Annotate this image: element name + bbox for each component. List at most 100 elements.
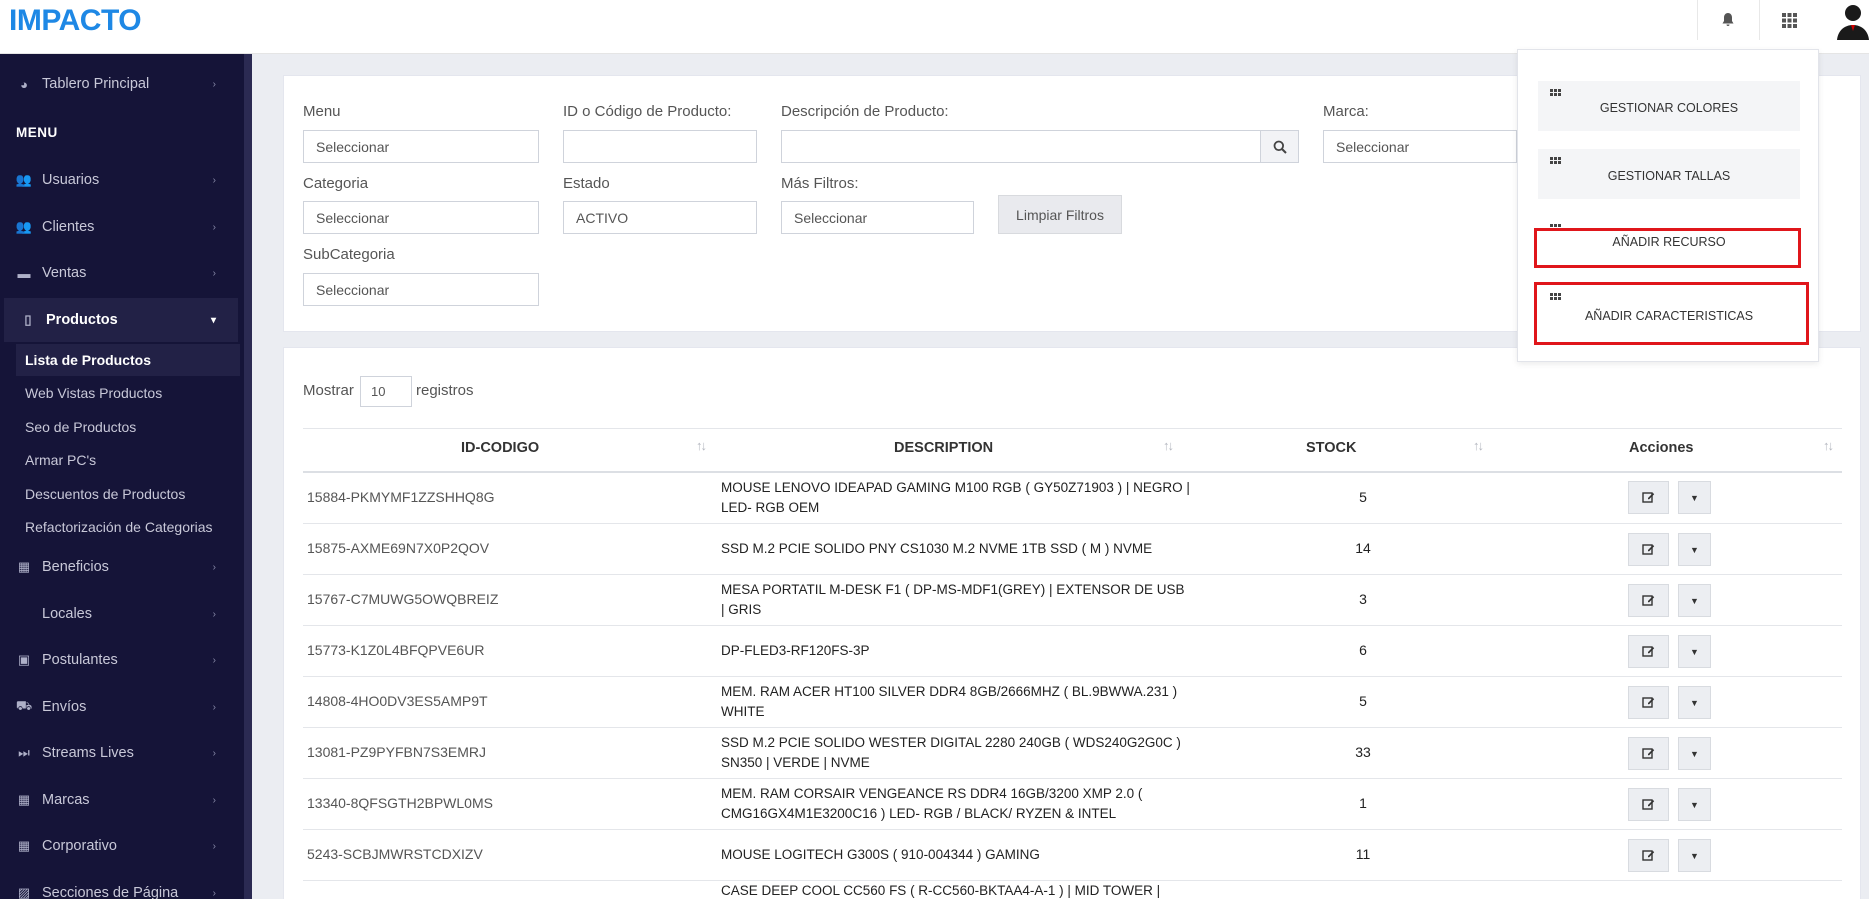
chevron-right-icon: ›	[212, 561, 216, 573]
menu-header: MENU	[16, 125, 58, 140]
gestionar-tallas-item[interactable]: GESTIONAR TALLAS	[1538, 149, 1800, 199]
sort-icon[interactable]: ↑↓	[1163, 438, 1174, 453]
actions-dropdown-button[interactable]: ▼	[1678, 839, 1711, 872]
edit-button[interactable]	[1628, 533, 1669, 566]
money-icon: ▬	[17, 265, 31, 281]
edit-button[interactable]	[1628, 788, 1669, 821]
cell-id: 15773-K1Z0L4BFQPVE6UR	[307, 642, 485, 658]
subcategoria-select[interactable]: Seleccionar	[303, 273, 539, 306]
sidebar-item-corporativo[interactable]: ▦ Corporativo ›	[0, 824, 238, 868]
categoria-select[interactable]: Seleccionar	[303, 201, 539, 234]
actions-dropdown-button[interactable]: ▼	[1678, 533, 1711, 566]
sort-icon[interactable]: ↑↓	[1823, 438, 1834, 453]
apps-button[interactable]	[1759, 0, 1819, 40]
id-input[interactable]	[563, 130, 757, 163]
search-button[interactable]	[1260, 130, 1299, 163]
app-logo[interactable]: IMPACTO	[9, 4, 142, 38]
grid-icon	[1550, 157, 1561, 164]
column-header-stock[interactable]: STOCK	[1306, 440, 1357, 456]
menu-item-label: GESTIONAR COLORES	[1599, 101, 1739, 115]
mas-filtros-label: Más Filtros:	[781, 175, 859, 192]
users-icon: 👥	[15, 172, 33, 187]
menu-select[interactable]: Seleccionar	[303, 130, 539, 163]
sidebar-item-label: Postulantes	[42, 652, 118, 668]
sidebar-item-locales[interactable]: Locales ›	[0, 592, 238, 636]
sidebar-item-label: Usuarios	[42, 172, 100, 188]
cell-stock: 6	[1359, 642, 1367, 658]
chevron-right-icon: ›	[212, 794, 216, 806]
marca-select[interactable]: Seleccionar	[1323, 130, 1517, 163]
sidebar-item-productos[interactable]: ▯ Productos ▾	[4, 298, 238, 342]
estado-filter-label: Estado	[563, 175, 610, 192]
sidebar-item-label: Streams Lives	[42, 745, 134, 761]
chevron-right-icon: ›	[212, 608, 216, 620]
column-header-id[interactable]: ID-CODIGO	[461, 440, 539, 456]
edit-button[interactable]	[1628, 737, 1669, 770]
edit-button[interactable]	[1628, 686, 1669, 719]
mas-filtros-select[interactable]: Seleccionar	[781, 201, 974, 234]
cell-id: 15767-C7MUWG5OWQBREIZ	[307, 591, 499, 607]
edit-button[interactable]	[1628, 839, 1669, 872]
table-row: 15773-K1Z0L4BFQPVE6UR DP-FLED3-RF120FS-3…	[303, 626, 1842, 677]
records-label: registros	[416, 382, 474, 399]
sidebar-subitem-lista-productos[interactable]: Lista de Productos	[16, 344, 240, 376]
edit-button[interactable]	[1628, 481, 1669, 514]
actions-dropdown-button[interactable]: ▼	[1678, 788, 1711, 821]
sidebar-item-clientes[interactable]: 👥 Clientes ›	[0, 205, 238, 249]
table-row: 15884-PKMYMF1ZZSHHQ8G MOUSE LENOVO IDEAP…	[303, 473, 1842, 524]
sidebar-subitem-armar-pc[interactable]: Armar PC's	[25, 452, 96, 468]
actions-dropdown-button[interactable]: ▼	[1678, 481, 1711, 514]
edit-icon	[1642, 748, 1655, 759]
table-row: 13081-PZ9PYFBN7S3EMRJ SSD M.2 PCIE SOLID…	[303, 728, 1842, 779]
estado-select[interactable]: ACTIVO	[563, 201, 757, 234]
sidebar-item-postulantes[interactable]: ▣ Postulantes ›	[0, 638, 238, 682]
page-size-select[interactable]: 10	[360, 376, 412, 407]
highlight-box	[1534, 228, 1801, 268]
search-icon	[1273, 140, 1287, 154]
sidebar-item-ventas[interactable]: ▬ Ventas ›	[0, 251, 238, 295]
sidebar-item-label: Beneficios	[42, 559, 109, 575]
actions-dropdown-button[interactable]: ▼	[1678, 635, 1711, 668]
description-input[interactable]	[781, 130, 1261, 163]
cell-stock: 5	[1359, 693, 1367, 709]
briefcase-icon: ▣	[17, 652, 31, 667]
categoria-filter-label: Categoria	[303, 175, 369, 192]
sidebar-item-envios[interactable]: ⛟ Envíos ›	[0, 685, 238, 729]
sort-icon[interactable]: ↑↓	[696, 438, 707, 453]
cell-id: 15875-AXME69N7X0P2QOV	[307, 540, 490, 556]
gestionar-colores-item[interactable]: GESTIONAR COLORES	[1538, 81, 1800, 131]
subcategoria-filter-label: SubCategoria	[303, 246, 395, 263]
edit-button[interactable]	[1628, 635, 1669, 668]
id-filter-label: ID o Código de Producto:	[563, 103, 732, 120]
sidebar-item-marcas[interactable]: ▦ Marcas ›	[0, 778, 238, 822]
column-header-description[interactable]: DESCRIPTION	[894, 440, 993, 456]
grid-icon	[1782, 12, 1797, 28]
actions-dropdown-button[interactable]: ▼	[1678, 737, 1711, 770]
sidebar-subitem-web-vistas[interactable]: Web Vistas Productos	[25, 385, 162, 401]
clear-filters-button[interactable]: Limpiar Filtros	[998, 195, 1122, 234]
sidebar-scrollbar[interactable]	[244, 54, 252, 899]
sidebar-item-usuarios[interactable]: 👥 Usuarios ›	[0, 158, 238, 202]
cell-description: MEM. RAM ACER HT100 SILVER DDR4 8GB/2666…	[721, 684, 1178, 719]
sidebar-item-streams[interactable]: ⏭ Streams Lives ›	[0, 731, 238, 775]
sidebar-item-beneficios[interactable]: ▦ Beneficios ›	[0, 545, 238, 589]
show-label: Mostrar	[303, 382, 354, 399]
avatar[interactable]	[1829, 0, 1869, 40]
caret-down-icon: ▼	[1690, 799, 1699, 810]
sidebar-item-tablero[interactable]: ◕ Tablero Principal ›	[0, 62, 238, 106]
notifications-button[interactable]	[1697, 0, 1757, 40]
column-header-acciones: Acciones	[1629, 440, 1694, 456]
cell-description: SSD M.2 PCIE SOLIDO PNY CS1030 M.2 NVME …	[721, 541, 1153, 556]
sidebar-subitem-refactorizacion[interactable]: Refactorización de Categorias	[25, 519, 213, 535]
bell-icon	[1722, 13, 1733, 26]
edit-button[interactable]	[1628, 584, 1669, 617]
cell-description: MOUSE LENOVO IDEAPAD GAMING M100 RGB ( G…	[721, 480, 1190, 515]
actions-dropdown-button[interactable]: ▼	[1678, 686, 1711, 719]
sidebar-subitem-seo[interactable]: Seo de Productos	[25, 419, 136, 435]
edit-icon	[1642, 492, 1655, 503]
cell-stock: 33	[1355, 744, 1371, 760]
actions-dropdown-button[interactable]: ▼	[1678, 584, 1711, 617]
sort-icon[interactable]: ↑↓	[1473, 438, 1484, 453]
sidebar-subitem-descuentos[interactable]: Descuentos de Productos	[25, 486, 185, 502]
sidebar-item-secciones[interactable]: ▨ Secciones de Página ›	[0, 871, 238, 899]
